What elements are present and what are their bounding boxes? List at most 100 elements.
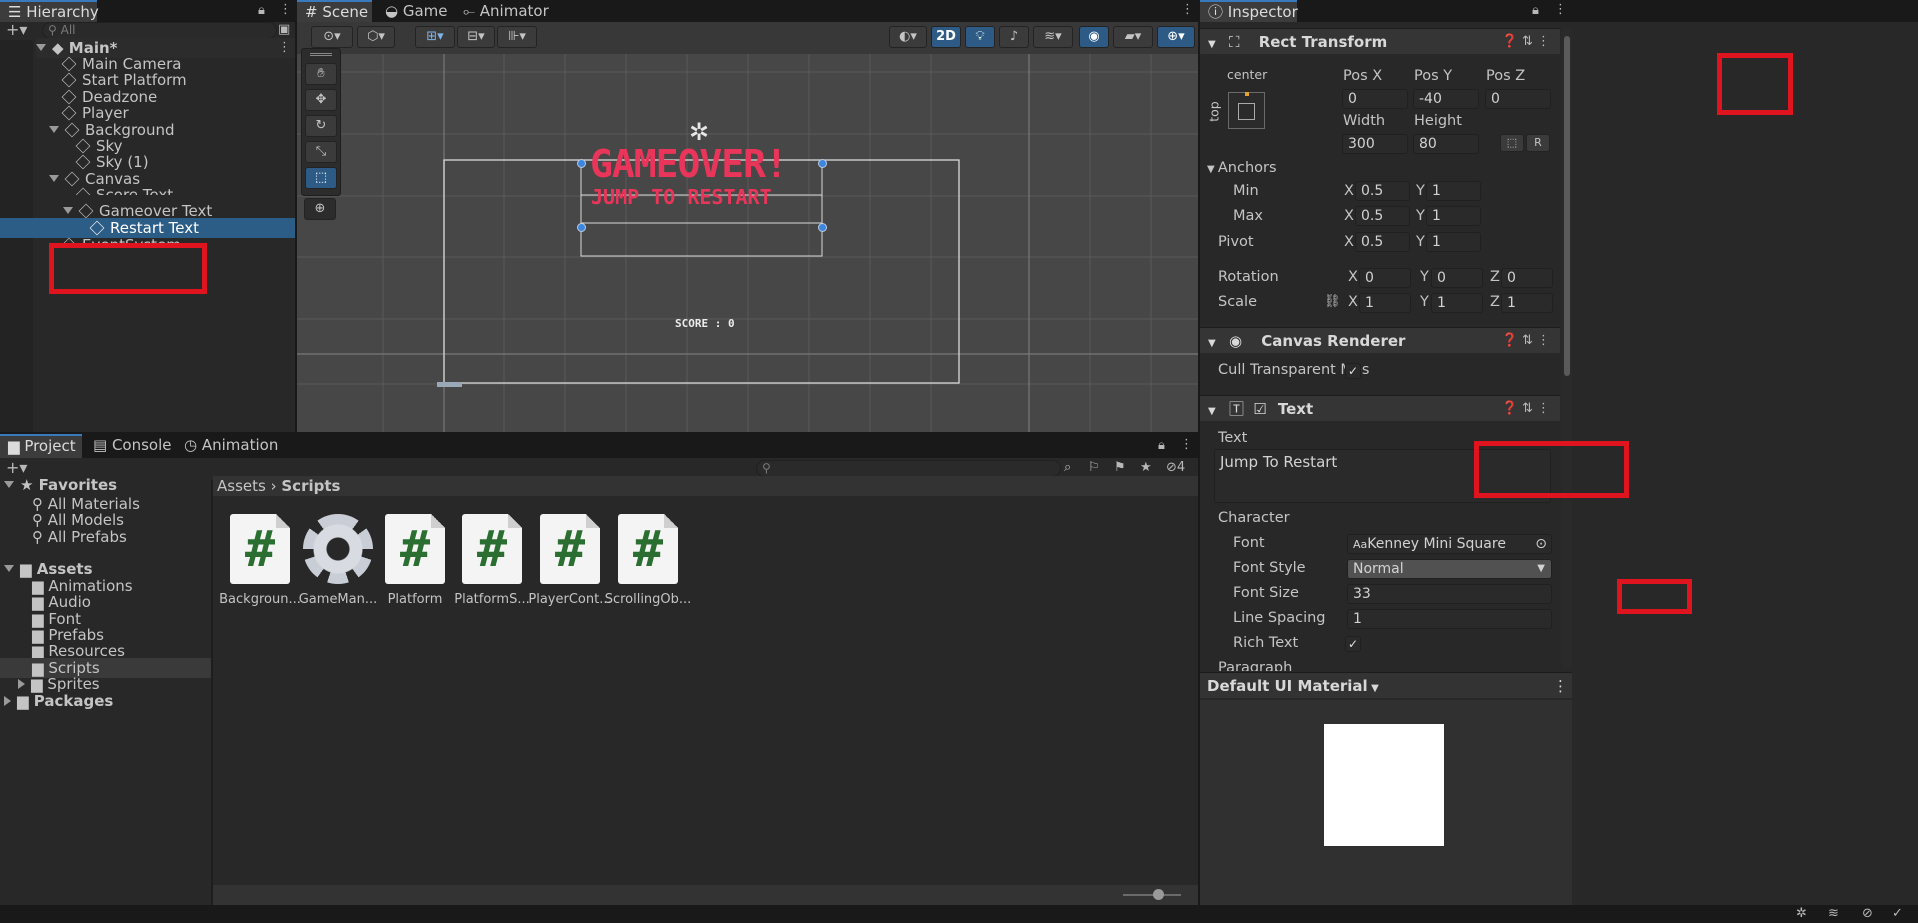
fold-arrow-icon[interactable]	[4, 696, 11, 706]
label-filter-icon[interactable]: ⚑	[1114, 460, 1126, 475]
rect-transform-header[interactable]: ▼ ⛶ Rect Transform ❓ ⇅ ⋮	[1200, 28, 1560, 54]
handle-bottom-left[interactable]	[577, 223, 586, 232]
favorites-header[interactable]: ★ Favorites	[4, 475, 117, 495]
tab-animator[interactable]: ⟜ Animator	[455, 0, 557, 22]
favorite-item[interactable]: ⚲ All Prefabs	[32, 527, 127, 547]
menu-icon[interactable]: ⋮	[1180, 437, 1193, 452]
fold-arrow-icon[interactable]	[63, 207, 73, 214]
fold-arrow-icon[interactable]: ▼	[1208, 406, 1216, 417]
rect-tool-icon[interactable]: ⬚	[305, 167, 337, 189]
check-circle-icon[interactable]: ✓	[1892, 906, 1903, 921]
rotation-x-field[interactable]: 0	[1359, 268, 1411, 288]
anchor-max-y-field[interactable]: 1	[1426, 206, 1481, 226]
scale-y-field[interactable]: 1	[1431, 293, 1483, 313]
bug-icon[interactable]: ✲	[1796, 906, 1807, 921]
filter-by-type-icon[interactable]: ⚐	[1088, 460, 1100, 475]
anchor-max-x-field[interactable]: 0.5	[1355, 206, 1410, 226]
component-header-icons[interactable]: ❓ ⇅ ⋮	[1502, 396, 1550, 422]
lock-icon[interactable]: 🔒︎	[1532, 3, 1539, 18]
asset-item[interactable]: # Backgroun...	[215, 514, 305, 607]
scale-z-field[interactable]: 1	[1501, 293, 1553, 313]
pos-z-field[interactable]: 0	[1485, 89, 1551, 109]
font-size-field[interactable]: 33	[1347, 584, 1552, 604]
handle-bottom-right[interactable]	[818, 223, 827, 232]
lighting-toggle-button[interactable]: 💡︎	[965, 26, 995, 48]
pivot-y-field[interactable]: 1	[1426, 232, 1481, 252]
tab-inspector[interactable]: ⓘ Inspector	[1200, 0, 1298, 22]
asset-item[interactable]: # PlayerCont...	[525, 514, 615, 607]
project-search-input[interactable]: ⚲	[756, 460, 1061, 477]
font-style-dropdown[interactable]: Normal ▼	[1347, 559, 1552, 579]
text-component-header[interactable]: ▼ 🅃 ☑ Text ❓ ⇅ ⋮	[1200, 395, 1560, 421]
text-area[interactable]: Jump To Restart	[1214, 449, 1551, 503]
menu-icon[interactable]: ⋮	[1553, 673, 1568, 699]
line-spacing-field[interactable]: 1	[1347, 609, 1552, 629]
tab-scene[interactable]: # Scene	[297, 0, 372, 22]
slider-thumb[interactable]	[1153, 889, 1164, 900]
fold-arrow-icon[interactable]	[18, 679, 25, 689]
hand-tool-icon[interactable]: ✋︎	[305, 63, 337, 85]
hierarchy-item-score-text[interactable]: Score Text	[76, 185, 173, 195]
gizmos-button[interactable]: ⊕▾	[1157, 26, 1195, 48]
search-by-type-icon[interactable]: ⌕	[1064, 460, 1071, 475]
asset-item[interactable]: # PlatformS...	[447, 514, 537, 607]
scene-menu-icon[interactable]: ⋮	[278, 38, 291, 58]
scale-x-field[interactable]: 1	[1359, 293, 1411, 313]
rotation-y-field[interactable]: 0	[1431, 268, 1483, 288]
add-icon[interactable]: +▾	[6, 20, 27, 39]
anchors-label[interactable]: ▼ Anchors	[1207, 160, 1277, 176]
filter-icon[interactable]: ▣	[278, 22, 290, 37]
canvas-renderer-header[interactable]: ▼ ◉ Canvas Renderer ❓ ⇅ ⋮	[1200, 327, 1560, 353]
menu-icon[interactable]: ⋮	[1181, 2, 1194, 17]
fold-arrow-icon[interactable]	[4, 481, 14, 488]
icon-size-slider[interactable]	[1123, 889, 1181, 900]
hierarchy-item-eventsystem[interactable]: EventSystem	[62, 235, 181, 247]
hidden-packages-icon[interactable]: ⊘4	[1166, 460, 1185, 475]
pivot-button[interactable]: ⬡▾	[357, 26, 395, 48]
inspector-scrollbar[interactable]	[1562, 28, 1572, 668]
increment-snap-button[interactable]: ⊟▾	[457, 26, 495, 48]
move-tool-icon[interactable]: ✥	[305, 89, 337, 111]
lock-icon[interactable]: 🔒︎	[258, 3, 265, 18]
cull-transparent-checkbox[interactable]: ✓	[1345, 363, 1361, 379]
network-off-icon[interactable]: ⊘	[1862, 906, 1873, 921]
camera-settings-button[interactable]: ▰▾	[1113, 26, 1153, 48]
height-field[interactable]: 80	[1413, 134, 1479, 154]
toggle-2d-button[interactable]: 2D	[931, 26, 961, 48]
tab-hierarchy[interactable]: ☰ Hierarchy	[0, 0, 99, 22]
breadcrumb-assets[interactable]: Assets	[217, 477, 266, 495]
breadcrumb-scripts[interactable]: Scripts	[281, 477, 340, 495]
anchor-preset-button[interactable]	[1228, 92, 1265, 129]
scene-viewport[interactable]: ✲ GAMEOVER! JUMP TO RESTART SCORE : 0 ✋︎…	[297, 48, 1198, 432]
object-picker-icon[interactable]: ⊙	[1535, 535, 1547, 553]
rich-text-checkbox[interactable]: ✓	[1345, 636, 1361, 652]
component-header-icons[interactable]: ❓ ⇅ ⋮	[1502, 29, 1550, 55]
pos-y-field[interactable]: -40	[1413, 89, 1479, 109]
audio-toggle-button[interactable]: ♪	[999, 26, 1029, 48]
visibility-toggle-button[interactable]: ◉	[1079, 26, 1109, 48]
scrollbar-thumb[interactable]	[1564, 36, 1570, 376]
handle-top-left[interactable]	[577, 159, 586, 168]
rotate-tool-icon[interactable]: ↻	[305, 115, 337, 137]
constrain-proportions-icon[interactable]: ⛓	[1324, 294, 1341, 309]
tab-game[interactable]: ◒ Game	[377, 0, 456, 22]
snap-settings-button[interactable]: ⊪▾	[497, 26, 537, 48]
tab-console[interactable]: ▤ Console	[85, 434, 180, 456]
layers-icon[interactable]: ≋	[1828, 906, 1839, 921]
transform-tool-icon[interactable]: ⊕	[304, 198, 336, 220]
fold-arrow-icon[interactable]: ▼	[1208, 39, 1216, 50]
material-header[interactable]: Default UI Material ▼ ⋮	[1200, 672, 1572, 698]
fold-arrow-icon[interactable]	[49, 175, 59, 182]
fold-arrow-icon[interactable]	[36, 44, 46, 51]
favorite-star-icon[interactable]: ★	[1140, 460, 1152, 475]
raw-edit-button[interactable]: R	[1526, 134, 1550, 152]
packages-root[interactable]: ▆ Packages	[4, 691, 113, 711]
handle-top-right[interactable]	[818, 159, 827, 168]
scale-tool-icon[interactable]: ⤡	[305, 141, 337, 163]
palette-drag-handle[interactable]	[310, 53, 332, 56]
fold-arrow-icon[interactable]: ▼	[1208, 338, 1216, 349]
width-field[interactable]: 300	[1342, 134, 1408, 154]
tab-project[interactable]: ▆ Project	[0, 434, 82, 458]
rotation-z-field[interactable]: 0	[1501, 268, 1553, 288]
lock-icon[interactable]: 🔒︎	[1158, 438, 1165, 453]
